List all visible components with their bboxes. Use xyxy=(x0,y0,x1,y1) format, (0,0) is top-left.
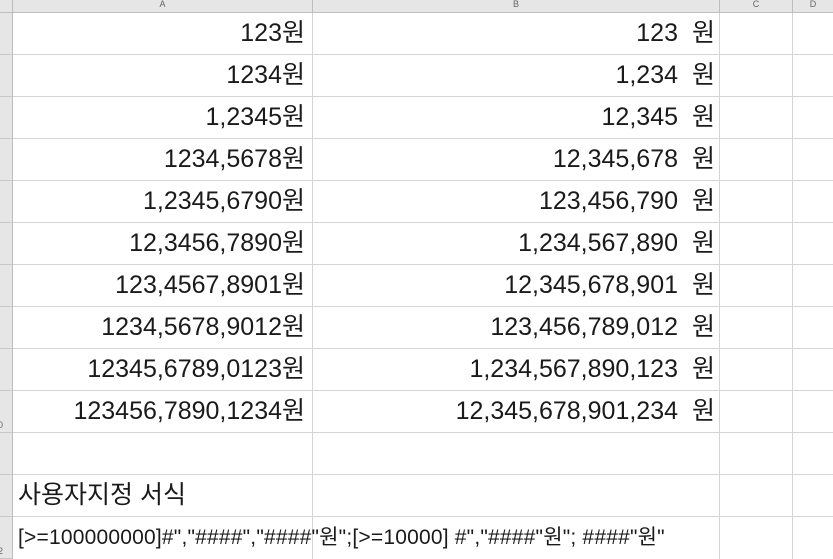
custom-format-label[interactable]: 사용자지정 서식 xyxy=(18,475,308,516)
cell-b-unit: 원 xyxy=(691,271,715,299)
cell-a-value[interactable]: 1234,5678,9012원 xyxy=(13,307,305,348)
custom-format-string[interactable]: [>=100000000]#","####","####"원";[>=10000… xyxy=(18,517,828,558)
column-header-c[interactable]: C xyxy=(720,0,793,12)
column-header-a[interactable]: A xyxy=(13,0,313,12)
column-header-d-label: D xyxy=(809,0,817,9)
row-header[interactable] xyxy=(0,223,12,265)
row-header-label: 2 xyxy=(0,546,3,556)
cell-a-value[interactable]: 12,3456,7890원 xyxy=(13,223,305,264)
row-header[interactable] xyxy=(0,433,12,475)
cell-b-number[interactable]: 123,456,789,012 xyxy=(313,307,678,348)
sheet-grid[interactable]: 123원 1234원 1,2345원 1234,5678원 1,2345,679… xyxy=(13,13,833,559)
cell-b-number[interactable]: 123 xyxy=(313,13,678,54)
column-header-b-label: B xyxy=(512,0,519,9)
column-header-a-label: A xyxy=(159,0,166,9)
row-header-label: 0 xyxy=(0,420,3,430)
row-header[interactable] xyxy=(0,13,12,55)
column-header-c-label: C xyxy=(752,0,760,9)
row-header[interactable] xyxy=(0,265,12,307)
cell-b-number[interactable]: 1,234,567,890 xyxy=(313,223,678,264)
select-all-corner[interactable] xyxy=(0,0,13,12)
row-header[interactable] xyxy=(0,55,12,97)
cell-b-number[interactable]: 12,345,678 xyxy=(313,139,678,180)
row-header[interactable] xyxy=(0,307,12,349)
column-header-d[interactable]: D xyxy=(793,0,833,12)
cell-b-number[interactable]: 12,345,678,901 xyxy=(313,265,678,306)
cell-b-unit: 원 xyxy=(691,187,715,215)
cell-a-value[interactable]: 123원 xyxy=(13,13,305,54)
cell-a-value[interactable]: 1,2345원 xyxy=(13,97,305,138)
row-header[interactable] xyxy=(0,475,12,517)
cell-b-unit: 원 xyxy=(691,313,715,341)
cell-a-value[interactable]: 1234,5678원 xyxy=(13,139,305,180)
column-header-b[interactable]: B xyxy=(313,0,720,12)
row-header[interactable]: 0 xyxy=(0,391,12,433)
column-header-bar: A B C D xyxy=(0,0,833,13)
cell-b-number[interactable]: 1,234,567,890,123 xyxy=(313,349,678,390)
cell-b-unit: 원 xyxy=(691,145,715,173)
gridline xyxy=(719,13,720,559)
row-header[interactable] xyxy=(0,349,12,391)
cell-b-number[interactable]: 1,234 xyxy=(313,55,678,96)
cell-b-number[interactable]: 12,345 xyxy=(313,97,678,138)
cell-b-unit: 원 xyxy=(691,61,715,89)
cell-a-value[interactable]: 12345,6789,0123원 xyxy=(13,349,305,390)
cell-a-value[interactable]: 1,2345,6790원 xyxy=(13,181,305,222)
gridline xyxy=(13,432,833,433)
row-header[interactable] xyxy=(0,97,12,139)
cell-a-value[interactable]: 1234원 xyxy=(13,55,305,96)
row-header-bar: 0 2 xyxy=(0,13,13,559)
cell-b-unit: 원 xyxy=(691,19,715,47)
row-header[interactable] xyxy=(0,139,12,181)
cell-b-unit: 원 xyxy=(691,103,715,131)
cell-b-unit: 원 xyxy=(691,229,715,257)
cell-b-number[interactable]: 12,345,678,901,234 xyxy=(313,391,678,432)
cell-a-value[interactable]: 123,4567,8901원 xyxy=(13,265,305,306)
row-header[interactable]: 2 xyxy=(0,517,12,559)
row-header[interactable] xyxy=(0,181,12,223)
cell-b-number[interactable]: 123,456,790 xyxy=(313,181,678,222)
gridline xyxy=(792,13,793,559)
cell-b-unit: 원 xyxy=(691,355,715,383)
cell-a-value[interactable]: 123456,7890,1234원 xyxy=(13,391,305,432)
cell-b-unit: 원 xyxy=(691,397,715,425)
